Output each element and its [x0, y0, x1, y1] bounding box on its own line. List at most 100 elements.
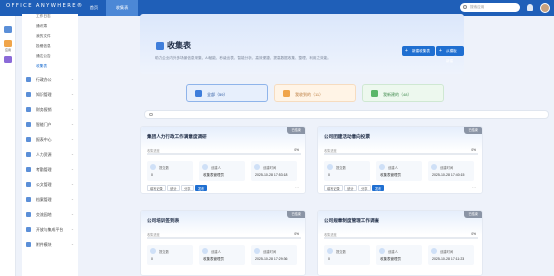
card-title[interactable]: 公司规章制度管理工作调查 [324, 218, 379, 224]
stat-value: 0 [151, 173, 153, 177]
more-icon[interactable]: ··· [472, 185, 476, 190]
form-card[interactable]: 已结束 公司团建活动意向投票 收集进度 0% 提交数 0 创建人 收集表管理员 创建… [317, 126, 483, 194]
stat-value: 2025-10-28 17:40:15 [432, 173, 465, 177]
new-collect-form-button[interactable]: + 新建收集表 [402, 46, 435, 56]
submit-icon [150, 248, 156, 254]
tab-collect-form[interactable]: 收集表 [106, 0, 138, 16]
apps-icon[interactable] [4, 40, 12, 47]
more-icon[interactable]: ··· [295, 185, 299, 190]
list-icon [195, 90, 202, 97]
sidebar-item-notices[interactable]: 通达公告 [36, 54, 51, 59]
progress-value: 0% [471, 148, 476, 152]
sidebar-group-reports[interactable]: 报表中心 ⌄ [22, 134, 78, 145]
stat-creator: 创建人 收集表管理员 [376, 245, 422, 265]
sidebar-group-hr[interactable]: 人力资源 ⌄ [22, 149, 78, 160]
publish-button[interactable]: 发布 [372, 185, 385, 191]
new-from-template-button[interactable]: + 从模板新建 [436, 46, 464, 63]
card-actions: 填写记录 统计 分享 发布 [147, 185, 209, 192]
sidebar-group-attachments[interactable]: 附件模块 ⌄ [22, 239, 78, 250]
tab-home[interactable]: 首页 [82, 0, 106, 16]
sidebar-group-attendance[interactable]: 考勤管理 ⌄ [22, 164, 78, 175]
stat-creator: 创建人 收集表管理员 [199, 161, 245, 181]
stat-label: 创建时间 [263, 250, 277, 254]
stat-value: 0 [328, 257, 330, 261]
chevron-down-icon: ⌄ [70, 197, 74, 201]
form-card[interactable]: 已结束 集团人力行政工作满意度调研 收集进度 0% 提交数 0 创建人 收集表管理员… [140, 126, 306, 194]
form-search-input[interactable] [144, 110, 549, 119]
chevron-down-icon: ⌄ [70, 107, 74, 111]
sidebar-group-forum[interactable]: 交流园地 ⌄ [22, 209, 78, 220]
notification-icon[interactable] [527, 4, 533, 11]
sidebar-group-archives[interactable]: 档案管理 ⌄ [22, 194, 78, 205]
group-label: 档案管理 [36, 197, 52, 202]
records-button[interactable]: 填写记录 [147, 185, 166, 191]
chevron-down-icon: ⌄ [70, 77, 74, 81]
stat-submitted: 提交数 0 [324, 161, 370, 181]
filter-all[interactable]: 全部（59） [186, 84, 268, 102]
form-card[interactable]: 已结束 公司规章制度管理工作调查 收集进度 0% 提交数 0 创建人 收集表管理员 … [317, 210, 483, 276]
app-logo: OFFICE ANYWHERE® [6, 3, 84, 9]
stat-value: 2025-10-28 17:11:23 [432, 257, 465, 261]
stat-label: 提交数 [336, 166, 346, 170]
sidebar-group-open-platform[interactable]: 开放与集成平台 ⌄ [22, 224, 78, 235]
stat-value: 0 [151, 257, 153, 261]
status-badge: 已结束 [464, 211, 482, 218]
card-title[interactable]: 集团人力行政工作满意度调研 [147, 134, 207, 140]
chevron-down-icon: ⌄ [70, 227, 74, 231]
sidebar-group-knowledge[interactable]: 知识管理 ⌄ [22, 89, 78, 100]
card-title[interactable]: 公司团建活动意向投票 [324, 134, 370, 140]
sidebar-group-finance[interactable]: 财务报销 ⌄ [22, 104, 78, 115]
user-icon [379, 164, 385, 170]
sidebar-item-my-files[interactable]: 我的文件 [36, 34, 51, 39]
book-icon [26, 92, 31, 97]
sidebar-group-documents[interactable]: 公文管理 ⌄ [22, 179, 78, 190]
user-icon [379, 248, 385, 254]
button-label: 新建收集表 [412, 49, 430, 53]
stat-creator: 创建人 收集表管理员 [199, 245, 245, 265]
search-icon [463, 4, 467, 9]
stat-value: 收集表管理员 [203, 173, 224, 177]
status-badge: 已结束 [464, 127, 482, 134]
progress-value: 0% [471, 232, 476, 236]
calendar-icon [26, 167, 31, 172]
clock-icon [254, 164, 260, 170]
chevron-down-icon: ⌄ [70, 212, 74, 216]
search-placeholder: 搜索应用 [470, 5, 485, 9]
publish-button[interactable]: 发布 [195, 185, 208, 191]
card-title[interactable]: 公司培训签到表 [147, 218, 179, 224]
sidebar-item-work-log[interactable]: 工作日志 [36, 14, 51, 19]
chevron-down-icon: ⌄ [70, 242, 74, 246]
sidebar-item-submissions[interactable]: 投稿信息 [36, 44, 51, 49]
submit-icon [327, 248, 333, 254]
sidebar-item-contacts[interactable]: 通讯簿 [36, 24, 47, 29]
stat-label: 提交数 [159, 250, 169, 254]
archive-icon [26, 197, 31, 202]
people-icon [26, 152, 31, 157]
stats-button[interactable]: 统计 [167, 185, 180, 191]
filter-received[interactable]: 我收到的（11） [274, 84, 356, 102]
sidebar-group-admin[interactable]: 行政办公 ⌄ [22, 74, 78, 85]
stat-value: 收集表管理员 [203, 257, 224, 261]
sidebar-group-portal[interactable]: 智能门户 ⌄ [22, 119, 78, 130]
edit-icon [371, 90, 378, 97]
stats-button[interactable]: 统计 [344, 185, 357, 191]
group-label: 公文管理 [36, 182, 52, 187]
portal-icon [26, 122, 31, 127]
grid-icon[interactable] [4, 56, 12, 63]
form-card[interactable]: 已结束 公司培训签到表 收集进度 0% 提交数 0 创建人 收集表管理员 创建时间 2… [140, 210, 306, 276]
filter-created[interactable]: 我新建的（48） [362, 84, 444, 102]
collect-form-icon [156, 42, 164, 50]
rail-label-apps: 应用 [4, 48, 11, 52]
stat-value: 收集表管理员 [380, 173, 401, 177]
menu-icon[interactable] [4, 26, 12, 33]
avatar[interactable] [540, 3, 550, 13]
plug-icon [26, 227, 31, 232]
global-search-input[interactable]: 搜索应用 [460, 3, 520, 12]
records-button[interactable]: 填写记录 [324, 185, 343, 191]
share-button[interactable]: 分享 [358, 185, 371, 191]
share-button[interactable]: 分享 [181, 185, 194, 191]
sidebar-item-collect-form[interactable]: 收集表 [36, 64, 47, 69]
stat-label: 创建人 [211, 166, 221, 170]
icon-rail: 应用 [0, 16, 16, 276]
group-label: 考勤管理 [36, 167, 52, 172]
